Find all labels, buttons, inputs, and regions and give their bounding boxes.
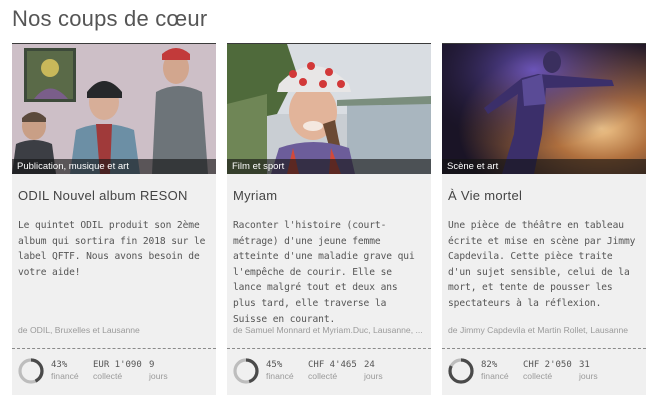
collected-label: collecté [523, 371, 553, 381]
collected-value: CHF 2'050 [523, 360, 572, 370]
stat-funded: 82% financé [481, 360, 509, 381]
progress-ring-icon [233, 358, 259, 384]
stat-days: 9 jours [149, 360, 168, 381]
funded-value: 45% [266, 360, 283, 370]
stat-collected: CHF 4'465 collecté [308, 360, 357, 381]
stat-funded: 45% financé [266, 360, 294, 381]
runner-photo [227, 44, 431, 174]
project-title[interactable]: À Vie mortel [448, 188, 640, 203]
project-card-odil[interactable]: Publication, musique et art ODIL Nouvel … [12, 43, 216, 395]
funded-label: financé [266, 371, 294, 381]
collected-label: collecté [93, 371, 123, 381]
project-stats: 45% financé CHF 4'465 collecté 24 jours [232, 356, 427, 386]
stat-days: 31 jours [579, 360, 598, 381]
funded-label: financé [481, 371, 509, 381]
project-stats: 82% financé CHF 2'050 collecté 31 jours [447, 356, 642, 386]
progress-ring-icon [18, 358, 44, 384]
project-description: Une pièce de théâtre en tableau écrite e… [448, 220, 636, 309]
days-value: 31 [579, 360, 590, 370]
project-stats: 43% financé EUR 1'090 collecté 9 jours [17, 356, 212, 386]
stat-collected: EUR 1'090 collecté [93, 360, 142, 381]
project-image[interactable]: Film et sport [227, 44, 431, 174]
project-card-myriam[interactable]: Film et sport Myriam Raconter l'histoire… [227, 43, 431, 395]
collected-label: collecté [308, 371, 338, 381]
band-photo [12, 44, 216, 174]
category-label: Scène et art [442, 159, 646, 174]
collected-value: EUR 1'090 [93, 360, 142, 370]
days-label: jours [364, 371, 383, 381]
days-label: jours [579, 371, 598, 381]
stat-funded: 43% financé [51, 360, 79, 381]
progress-ring-icon [448, 358, 474, 384]
project-title[interactable]: ODIL Nouvel album RESON [18, 188, 210, 203]
stat-days: 24 jours [364, 360, 383, 381]
divider [227, 348, 431, 349]
collected-value: CHF 4'465 [308, 360, 357, 370]
project-image[interactable]: Publication, musique et art [12, 44, 216, 174]
project-image[interactable]: Scène et art [442, 44, 646, 174]
funded-label: financé [51, 371, 79, 381]
project-description: Raconter l'histoire (court-métrage) d'un… [233, 220, 415, 325]
project-description: Le quintet ODIL produit son 2ème album q… [18, 220, 206, 278]
category-label: Publication, musique et art [12, 159, 216, 174]
funded-value: 82% [481, 360, 498, 370]
project-author: de Jimmy Capdevila et Martin Rollet, Lau… [448, 325, 629, 335]
project-card-a-vie-mortel[interactable]: Scène et art À Vie mortel Une pièce de t… [442, 43, 646, 395]
divider [442, 348, 646, 349]
stage-photo [442, 44, 646, 174]
section-title: Nos coups de cœur [12, 6, 208, 31]
category-label: Film et sport [227, 159, 431, 174]
divider [12, 348, 216, 349]
stat-collected: CHF 2'050 collecté [523, 360, 572, 381]
project-author: de ODIL, Bruxelles et Lausanne [18, 325, 140, 335]
project-author: de Samuel Monnard et Myriam.Duc, Lausann… [233, 325, 423, 335]
funded-value: 43% [51, 360, 68, 370]
days-value: 24 [364, 360, 375, 370]
days-value: 9 [149, 360, 155, 370]
project-title[interactable]: Myriam [233, 188, 425, 203]
days-label: jours [149, 371, 168, 381]
